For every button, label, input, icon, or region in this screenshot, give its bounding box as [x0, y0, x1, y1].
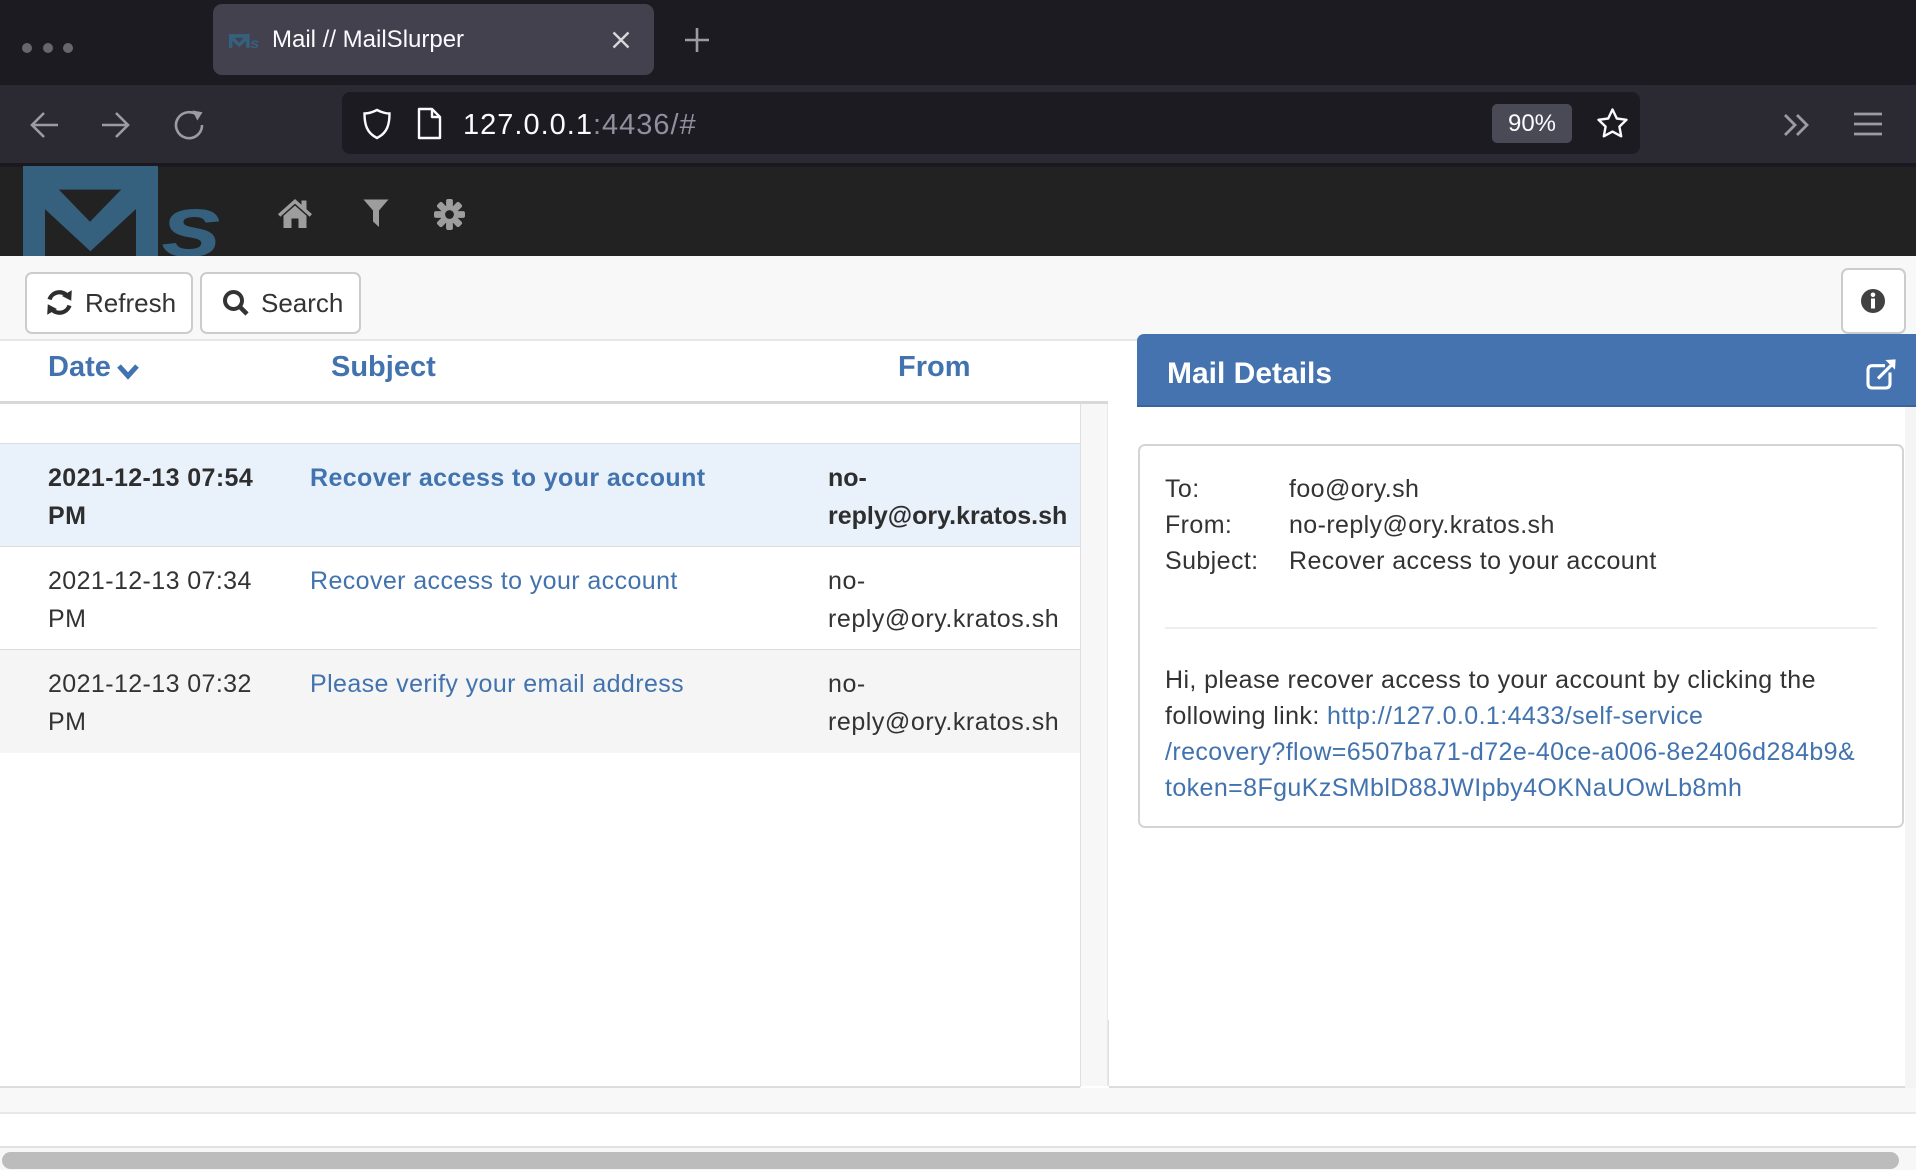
svg-text:s: s	[161, 176, 223, 256]
svg-text:s: s	[250, 36, 259, 51]
